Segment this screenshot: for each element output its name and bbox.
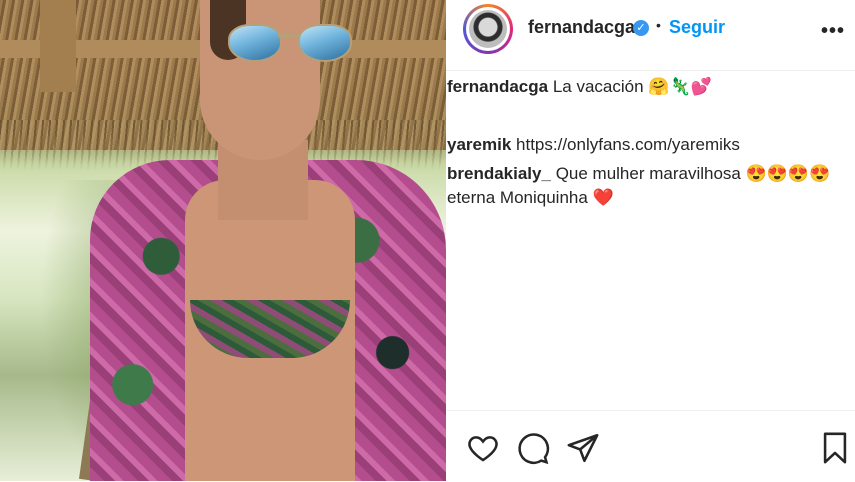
save-button[interactable]	[818, 431, 852, 465]
avatar-image	[469, 10, 507, 48]
comment-username[interactable]: yaremik	[447, 135, 511, 154]
post-action-bar	[446, 410, 855, 482]
post-caption: fernandacga La vacación 🤗🦎💕	[447, 76, 712, 98]
comment-text[interactable]: https://onlyfans.com/yaremiks	[516, 135, 740, 154]
sunglasses-icon	[220, 24, 352, 64]
caption-text: La vacación 🤗🦎💕	[552, 77, 712, 96]
follow-button[interactable]: Seguir	[669, 17, 725, 38]
photo-post	[40, 0, 76, 92]
comment-button[interactable]	[516, 431, 550, 465]
post-photo[interactable]	[0, 0, 446, 481]
avatar[interactable]	[466, 7, 510, 51]
bookmark-icon	[823, 432, 847, 464]
photo-person	[90, 0, 446, 481]
post-header: fernandacga ✓ • Seguir •••	[446, 0, 855, 71]
header-separator: •	[656, 17, 661, 33]
author-username[interactable]: fernandacga	[528, 17, 635, 38]
sunglasses-lens-left	[228, 24, 282, 62]
like-button[interactable]	[466, 431, 500, 465]
sunglasses-lens-right	[298, 24, 352, 62]
comment-icon	[518, 433, 550, 465]
avatar-story-ring[interactable]	[463, 4, 513, 54]
more-options-icon[interactable]: •••	[821, 20, 845, 43]
caption-username[interactable]: fernandacga	[447, 77, 548, 96]
share-button[interactable]	[566, 431, 600, 465]
verified-badge-icon: ✓	[633, 20, 649, 36]
comment-item: brendakialy_ Que mulher maravilhosa 😍😍😍😍…	[447, 162, 847, 210]
comment-item: yaremik https://onlyfans.com/yaremiks	[447, 133, 847, 157]
comment-username[interactable]: brendakialy_	[447, 164, 551, 183]
heart-icon	[468, 436, 498, 462]
share-icon	[567, 433, 599, 463]
sunglasses-bridge	[278, 34, 300, 37]
red-heart-emoji: ❤️	[592, 188, 614, 207]
